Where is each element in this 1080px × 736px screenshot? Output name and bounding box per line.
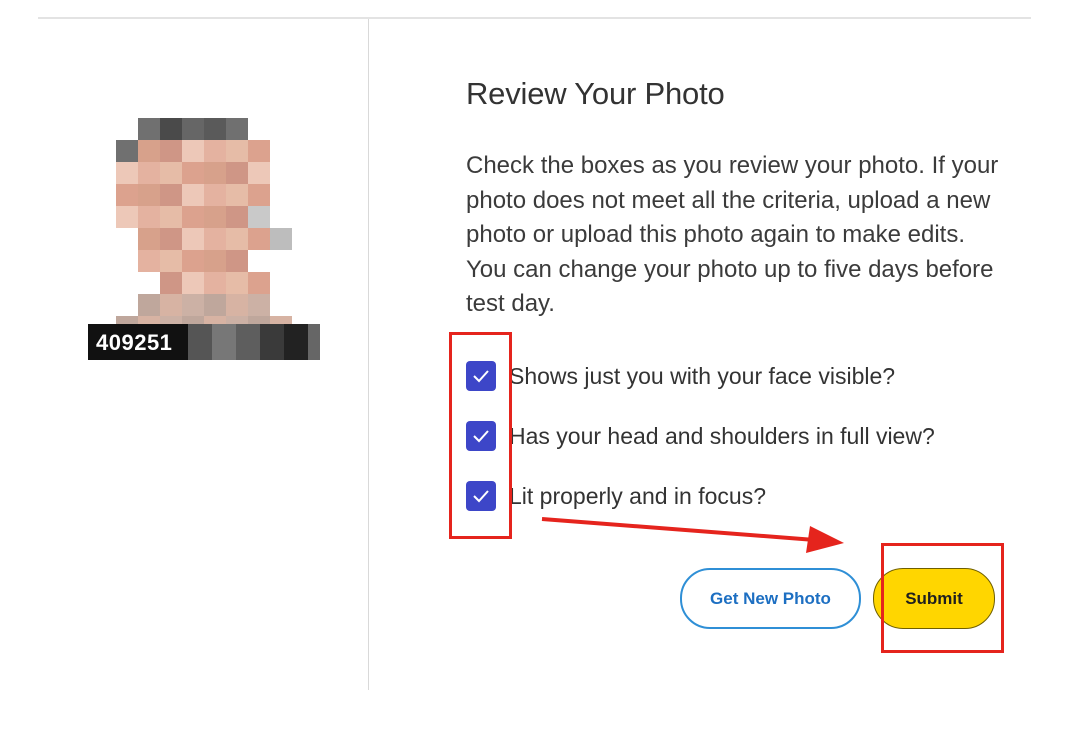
photo-pixel bbox=[182, 140, 204, 162]
photo-pixel bbox=[138, 118, 160, 140]
photo-pixel bbox=[138, 228, 160, 250]
photo-pixel bbox=[138, 184, 160, 206]
photo-pixel bbox=[160, 294, 182, 316]
photo-pixel bbox=[248, 140, 270, 162]
photo-pixel bbox=[204, 118, 226, 140]
photo-pixel bbox=[248, 272, 270, 294]
photo-pixel bbox=[204, 184, 226, 206]
page-title: Review Your Photo bbox=[466, 76, 725, 111]
photo-pixel bbox=[270, 228, 292, 250]
criterion-label: Has your head and shoulders in full view… bbox=[509, 423, 935, 449]
photo-pixel bbox=[204, 140, 226, 162]
photo-pixel bbox=[226, 118, 248, 140]
photo-pixel bbox=[182, 118, 204, 140]
photo-pixel bbox=[204, 294, 226, 316]
photo-pixel bbox=[160, 140, 182, 162]
photo-id-bar: 409251 bbox=[88, 324, 320, 360]
photo-pixel bbox=[182, 294, 204, 316]
photo-pixel bbox=[116, 162, 138, 184]
top-divider bbox=[38, 17, 1031, 19]
photo-pixel bbox=[226, 184, 248, 206]
instructions-text: Check the boxes as you review your photo… bbox=[466, 152, 999, 317]
photo-pixel bbox=[138, 250, 160, 272]
annotation-checkbox-highlight bbox=[449, 332, 512, 539]
photo-pixel bbox=[116, 184, 138, 206]
photo-pixel bbox=[204, 272, 226, 294]
photo-pixel bbox=[248, 228, 270, 250]
photo-pixel bbox=[204, 206, 226, 228]
vertical-divider bbox=[368, 19, 369, 690]
photo-pixel bbox=[226, 250, 248, 272]
annotation-arrow-icon bbox=[541, 517, 844, 553]
photo-pixel bbox=[182, 206, 204, 228]
photo-pixel bbox=[204, 162, 226, 184]
review-content: Review Your Photo Check the boxes as you… bbox=[466, 72, 1026, 317]
criterion-head-shoulders[interactable]: Has your head and shoulders in full view… bbox=[466, 421, 935, 451]
photo-pixel bbox=[160, 228, 182, 250]
photo-pixel bbox=[182, 184, 204, 206]
criterion-label: Shows just you with your face visible? bbox=[509, 363, 896, 389]
photo-pixel bbox=[160, 184, 182, 206]
photo-pixel bbox=[160, 162, 182, 184]
photo-pixel bbox=[116, 206, 138, 228]
photo-pixel bbox=[226, 140, 248, 162]
photo-pixel bbox=[248, 206, 270, 228]
photo-pixel bbox=[138, 206, 160, 228]
photo-pixel bbox=[226, 206, 248, 228]
photo-pixel bbox=[160, 250, 182, 272]
photo-pixel bbox=[226, 272, 248, 294]
photo-pixel bbox=[138, 140, 160, 162]
photo-pixel bbox=[204, 228, 226, 250]
photo-pixel bbox=[182, 250, 204, 272]
photo-pixel bbox=[116, 140, 138, 162]
photo-pixel bbox=[160, 272, 182, 294]
photo-pixel bbox=[160, 118, 182, 140]
review-photo-page: 409251 Review Your Photo Check the boxes… bbox=[0, 0, 1080, 736]
photo-pixel bbox=[182, 272, 204, 294]
photo-pixel bbox=[138, 294, 160, 316]
photo-pixel bbox=[248, 162, 270, 184]
photo-pixel bbox=[160, 206, 182, 228]
photo-pixel bbox=[226, 294, 248, 316]
get-new-photo-button[interactable]: Get New Photo bbox=[680, 568, 861, 629]
pixelated-photo bbox=[88, 92, 320, 360]
photo-pixel bbox=[138, 162, 160, 184]
photo-pixel bbox=[204, 250, 226, 272]
photo-pixel bbox=[248, 184, 270, 206]
photo-pixel bbox=[248, 294, 270, 316]
photo-pixel bbox=[226, 228, 248, 250]
criterion-face-visible[interactable]: Shows just you with your face visible? bbox=[466, 361, 895, 391]
photo-pixel bbox=[182, 162, 204, 184]
photo-id-text: 409251 bbox=[96, 330, 173, 355]
annotation-submit-highlight bbox=[881, 543, 1004, 653]
photo-pixel bbox=[182, 228, 204, 250]
photo-preview: 409251 bbox=[88, 92, 320, 360]
photo-pixel bbox=[226, 162, 248, 184]
